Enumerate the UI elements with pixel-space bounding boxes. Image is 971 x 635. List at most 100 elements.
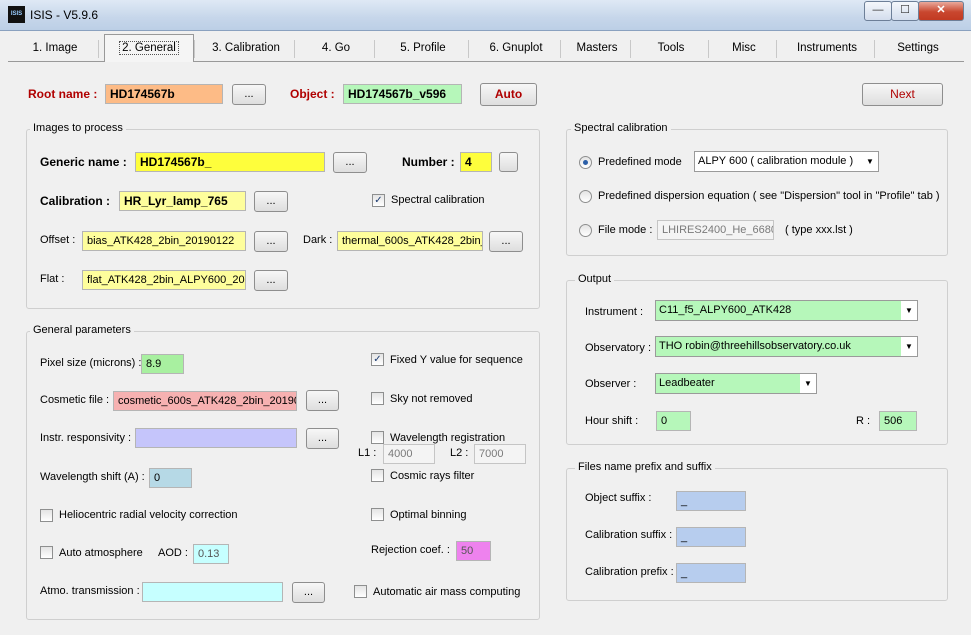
observatory-label: Observatory : [585, 342, 652, 354]
number-button[interactable] [499, 152, 518, 172]
tab-general[interactable]: 2. General [104, 34, 194, 62]
title-bar [0, 0, 971, 31]
object-suffix-field[interactable]: _ [676, 491, 746, 511]
cosmetic-file-label: Cosmetic file : [40, 394, 110, 406]
tab-strip: 1. Image 2. General 3. Calibration 4. Go… [8, 34, 964, 64]
optimal-binning-label: Optimal binning [390, 509, 467, 521]
next-button[interactable]: Next [862, 83, 943, 106]
fixed-y-label: Fixed Y value for sequence [390, 354, 523, 366]
predefined-mode-select[interactable]: ALPY 600 ( calibration module ) ▼ [694, 151, 879, 172]
files-group-title: Files name prefix and suffix [575, 461, 715, 473]
sky-not-removed-checkbox[interactable] [371, 392, 384, 405]
pixel-size-label: Pixel size (microns) : [40, 357, 142, 369]
offset-browse-button[interactable]: ... [254, 231, 288, 252]
rejection-coef-label: Rejection coef. : [371, 544, 450, 556]
wavelength-shift-field[interactable]: 0 [149, 468, 192, 488]
cosmic-rays-label: Cosmic rays filter [390, 470, 475, 482]
generic-name-field[interactable]: HD174567b_ [135, 152, 325, 172]
offset-label: Offset : [40, 234, 76, 246]
calibration-suffix-field[interactable]: _ [676, 527, 746, 547]
atmo-transmission-field[interactable] [142, 582, 283, 602]
generic-name-browse-button[interactable]: ... [333, 152, 367, 173]
flat-label: Flat : [40, 273, 65, 285]
window-title: ISIS - V5.9.6 [30, 8, 99, 22]
aod-field[interactable]: 0.13 [193, 544, 229, 564]
auto-atmosphere-checkbox[interactable] [40, 546, 53, 559]
predefined-mode-label: Predefined mode [598, 156, 682, 168]
l1-field[interactable]: 4000 [383, 444, 435, 464]
aod-label: AOD : [158, 547, 188, 559]
calibration-field[interactable]: HR_Lyr_lamp_765 [119, 191, 246, 211]
offset-field[interactable]: bias_ATK428_2bin_20190122 [82, 231, 246, 251]
fixed-y-checkbox[interactable]: ✓ [371, 353, 384, 366]
tab-profile[interactable]: 5. Profile [378, 34, 468, 60]
instr-responsivity-browse-button[interactable]: ... [306, 428, 339, 449]
auto-button[interactable]: Auto [480, 83, 537, 106]
tab-masters[interactable]: Masters [564, 34, 630, 60]
tab-gnuplot[interactable]: 6. Gnuplot [472, 34, 560, 60]
tab-calibration[interactable]: 3. Calibration [198, 34, 294, 60]
wavelength-registration-checkbox[interactable] [371, 431, 384, 444]
calibration-label: Calibration : [40, 194, 111, 208]
auto-air-mass-checkbox[interactable] [354, 585, 367, 598]
auto-air-mass-label: Automatic air mass computing [373, 586, 521, 598]
file-mode-label: File mode : [598, 224, 653, 236]
instrument-select[interactable]: C11_f5_ALPY600_ATK428 ▼ [655, 300, 918, 321]
dispersion-equation-label: Predefined dispersion equation ( see "Di… [598, 190, 940, 202]
minimize-button[interactable]: — [864, 1, 892, 21]
resolution-field[interactable]: 506 [879, 411, 917, 431]
tab-separator [468, 40, 469, 58]
number-field[interactable]: 4 [460, 152, 492, 172]
cosmetic-file-field[interactable]: cosmetic_600s_ATK428_2bin_20190 [113, 391, 297, 411]
root-name-field[interactable]: HD174567b [105, 84, 223, 104]
tab-separator [194, 40, 195, 58]
dark-label: Dark : [303, 234, 333, 246]
chevron-down-icon: ▼ [901, 337, 917, 356]
predefined-mode-radio[interactable] [579, 156, 592, 169]
tab-separator [374, 40, 375, 58]
tab-instruments[interactable]: Instruments [780, 34, 874, 60]
cosmetic-file-browse-button[interactable]: ... [306, 390, 339, 411]
calibration-browse-button[interactable]: ... [254, 191, 288, 212]
file-mode-radio[interactable] [579, 224, 592, 237]
observer-select[interactable]: Leadbeater ▼ [655, 373, 817, 394]
optimal-binning-checkbox[interactable] [371, 508, 384, 521]
dark-browse-button[interactable]: ... [489, 231, 523, 252]
heliocentric-checkbox[interactable] [40, 509, 53, 522]
images-group-title: Images to process [30, 122, 126, 134]
flat-field[interactable]: flat_ATK428_2bin_ALPY600_201 [82, 270, 246, 290]
l2-field[interactable]: 7000 [474, 444, 526, 464]
chevron-down-icon: ▼ [800, 374, 816, 393]
dark-field[interactable]: thermal_600s_ATK428_2bin_ [337, 231, 483, 251]
observer-label: Observer : [585, 378, 637, 390]
root-name-browse-button[interactable]: ... [232, 84, 266, 105]
flat-browse-button[interactable]: ... [254, 270, 288, 291]
maximize-button[interactable]: ☐ [891, 1, 919, 21]
calibration-prefix-field[interactable]: _ [676, 563, 746, 583]
atmo-transmission-browse-button[interactable]: ... [292, 582, 325, 603]
object-field[interactable]: HD174567b_v596 [343, 84, 462, 104]
object-label: Object : [290, 87, 335, 101]
observatory-select[interactable]: THO robin@threehillsobservatory.co.uk ▼ [655, 336, 918, 357]
tab-image[interactable]: 1. Image [12, 34, 98, 60]
file-mode-field[interactable]: LHIRES2400_He_6680 [657, 220, 774, 240]
rejection-coef-field[interactable]: 50 [456, 541, 491, 561]
instr-responsivity-label: Instr. responsivity : [40, 432, 132, 444]
tab-go[interactable]: 4. Go [298, 34, 374, 60]
dispersion-equation-radio[interactable] [579, 190, 592, 203]
instr-responsivity-field[interactable] [135, 428, 297, 448]
l1-label: L1 : [358, 447, 377, 459]
tab-misc[interactable]: Misc [712, 34, 776, 60]
cosmic-rays-checkbox[interactable] [371, 469, 384, 482]
tab-settings[interactable]: Settings [878, 34, 958, 60]
l2-label: L2 : [450, 447, 469, 459]
tab-tools[interactable]: Tools [634, 34, 708, 60]
spectral-calibration-checkbox[interactable]: ✓ [372, 194, 385, 207]
general-group-title: General parameters [30, 324, 134, 336]
pixel-size-field[interactable]: 8.9 [141, 354, 184, 374]
hour-shift-field[interactable]: 0 [656, 411, 691, 431]
close-button[interactable]: ✕ [918, 1, 964, 21]
app-logo-icon: ISIS [8, 6, 25, 23]
tab-separator [98, 40, 99, 58]
tab-separator [708, 40, 709, 58]
